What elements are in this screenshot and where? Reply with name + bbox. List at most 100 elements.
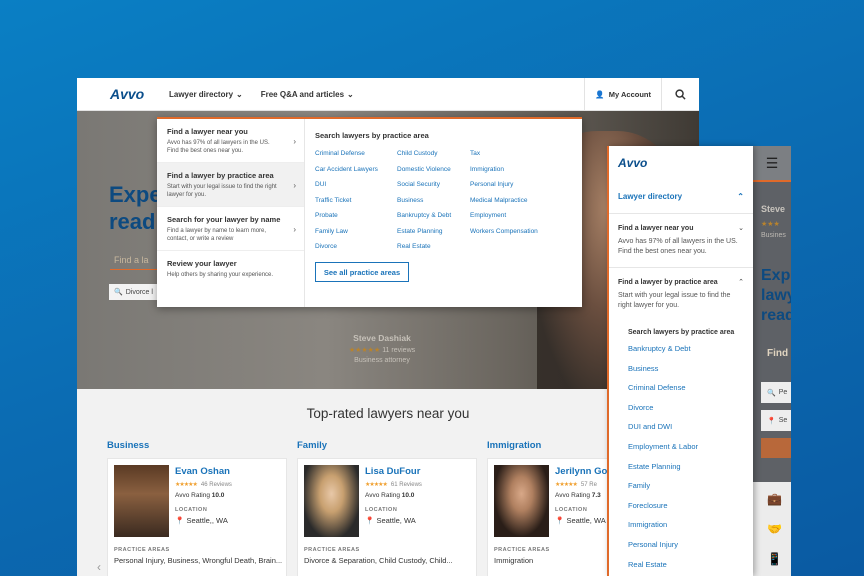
- practice-area-link[interactable]: Family Law: [315, 228, 397, 235]
- search-button[interactable]: [761, 438, 791, 458]
- rating-value: 7.3: [591, 492, 601, 499]
- practice-area-link[interactable]: Family: [628, 481, 753, 501]
- practice-area-link[interactable]: Divorce: [315, 243, 397, 250]
- name-input[interactable]: 🔍 Pe: [761, 382, 791, 403]
- practice-area-link[interactable]: Real Estate: [397, 243, 470, 250]
- menu-item-title: Search for your lawyer by name: [167, 215, 281, 224]
- menu-item-by-name[interactable]: Search for your lawyer by name Find a la…: [157, 207, 304, 251]
- rating-value: 10.0: [401, 492, 415, 499]
- mobile-headline-line: lawy: [761, 287, 791, 304]
- find-label: Find: [767, 348, 789, 359]
- practice-areas-value: Personal Injury, Business, Wrongful Deat…: [114, 556, 283, 565]
- lawyer-card[interactable]: Lisa DuFour ★★★★★ 61 Reviews Avvo Rating …: [297, 458, 477, 576]
- practice-area-link[interactable]: Divorce: [628, 403, 753, 423]
- practice-area-link[interactable]: Workers Compensation: [470, 228, 560, 235]
- see-all-practice-areas-button[interactable]: See all practice areas: [315, 262, 409, 282]
- practice-area-link[interactable]: Bankruptcy & Debt: [397, 212, 470, 219]
- practice-area-link[interactable]: DUI: [315, 181, 397, 188]
- practice-area-link[interactable]: Immigration: [628, 520, 753, 540]
- menu-item-practice-area[interactable]: Find a lawyer by practice area Start wit…: [157, 163, 304, 207]
- category-title[interactable]: Family: [297, 440, 482, 451]
- lawyer-photo: [304, 465, 359, 537]
- practice-area-link[interactable]: Traffic Ticket: [315, 197, 397, 204]
- menu-item-desc: Find a lawyer by name to learn more, con…: [167, 228, 267, 242]
- location: 📍 Seattle,, WA: [175, 516, 228, 525]
- practice-area-link[interactable]: Employment & Labor: [628, 442, 753, 462]
- practice-area-link[interactable]: Criminal Defense: [315, 150, 397, 157]
- lawyer-directory-menu[interactable]: Lawyer directory ⌄: [169, 90, 243, 99]
- lawyer-name[interactable]: Jerilynn Gor: [555, 466, 611, 477]
- mobile-background-page: ☰ Steve ★★★ Busines Expe lawy read Find 🔍P…: [753, 146, 791, 576]
- practice-area-link[interactable]: Personal Injury: [628, 540, 753, 560]
- lawyer-name[interactable]: Lisa DuFour: [365, 466, 420, 477]
- practice-area-link[interactable]: Social Security: [397, 181, 470, 188]
- my-account-button[interactable]: 👤 My Account: [584, 78, 661, 110]
- practice-area-link[interactable]: Employment: [470, 212, 560, 219]
- review-count: 46 Reviews: [200, 482, 232, 488]
- practice-area-heading: Search lawyers by practice area: [315, 131, 429, 140]
- menu-item-title: Find a lawyer near you: [167, 127, 248, 136]
- practice-area-column-2: Child Custody Domestic Violence Social Sec…: [397, 150, 470, 250]
- practice-area-link[interactable]: Foreclosure: [628, 501, 753, 521]
- chevron-left-icon[interactable]: ‹: [97, 560, 101, 574]
- avvo-logo[interactable]: Avvo: [609, 146, 753, 180]
- lawyer-directory-toggle[interactable]: Lawyer directory ⌃: [609, 180, 753, 214]
- practice-area-link[interactable]: Tax: [470, 150, 560, 157]
- practice-area-link[interactable]: Immigration: [470, 166, 560, 173]
- practice-area-link[interactable]: Personal Injury: [470, 181, 560, 188]
- search-icon: 🔍: [767, 389, 776, 397]
- find-lawyer-input[interactable]: Find a la: [114, 255, 149, 265]
- location: 📍 Seattle, WA: [555, 516, 606, 525]
- lawyer-column-family: Family Lisa DuFour ★★★★★ 61 Reviews Avvo …: [297, 440, 482, 576]
- location-input[interactable]: 📍 Se: [761, 410, 791, 431]
- input-underline: [110, 269, 160, 270]
- practice-area-input[interactable]: 🔍 Divorce l: [109, 284, 157, 300]
- practice-area-link[interactable]: Car Accident Lawyers: [315, 166, 397, 173]
- practice-area-column-3: Tax Immigration Personal Injury Medical Mal…: [470, 150, 560, 250]
- free-qa-menu[interactable]: Free Q&A and articles ⌄: [261, 90, 354, 99]
- phone-icon[interactable]: 📱: [767, 552, 782, 566]
- handshake-icon[interactable]: 🤝: [767, 522, 782, 536]
- pin-icon: 📍: [175, 516, 185, 525]
- star-rating-icon: ★★★★★ 57 Re: [555, 482, 597, 488]
- lawyer-name[interactable]: Evan Oshan: [175, 466, 230, 477]
- practice-area-link[interactable]: Estate Planning: [397, 228, 470, 235]
- category-title[interactable]: Business: [107, 440, 292, 451]
- rating-value: 10.0: [211, 492, 225, 499]
- mobile-headline: Expe lawy read: [761, 266, 791, 326]
- briefcase-icon[interactable]: 💼: [767, 492, 782, 506]
- practice-area-link[interactable]: Business: [397, 197, 470, 204]
- chevron-down-icon: ⌄: [738, 225, 744, 232]
- practice-area-link[interactable]: Criminal Defense: [628, 383, 753, 403]
- location: 📍 Seattle, WA: [365, 516, 416, 525]
- featured-lawyer: Steve Dashiak ★★★★★ 11 reviews Business …: [347, 333, 417, 364]
- chevron-right-icon: ›: [293, 181, 296, 190]
- rating-label: Avvo Rating: [555, 492, 590, 499]
- featured-name: Steve: [761, 204, 786, 214]
- mobile-headline-line: read: [761, 307, 791, 324]
- menu-item-desc: Start with your legal issue to find the …: [167, 184, 277, 198]
- practice-area-link[interactable]: Bankruptcy & Debt: [628, 344, 753, 364]
- practice-area-link[interactable]: Child Custody: [397, 150, 470, 157]
- practice-area-link[interactable]: Medical Malpractice: [470, 197, 560, 204]
- practice-area-link[interactable]: Domestic Violence: [397, 166, 470, 173]
- menu-item-review[interactable]: Review your lawyer Help others by sharin…: [157, 251, 304, 295]
- hero-headline-line1: Expe: [109, 182, 162, 207]
- practice-area-section[interactable]: Find a lawyer by practice area ⌃ Start wi…: [609, 268, 753, 321]
- lawyer-card[interactable]: Evan Oshan ★★★★★ 46 Reviews Avvo Rating 1…: [107, 458, 287, 576]
- menu-item-near-you[interactable]: Find a lawyer near you Avvo has 97% of a…: [157, 119, 304, 163]
- practice-area-link[interactable]: Estate Planning: [628, 462, 753, 482]
- near-you-section[interactable]: Find a lawyer near you ⌄ Avvo has 97% of …: [609, 214, 753, 268]
- hero-headline: Expe read: [109, 181, 162, 235]
- practice-area-link[interactable]: DUI and DWI: [628, 422, 753, 442]
- avvo-logo[interactable]: Avvo: [110, 86, 165, 102]
- practice-area-link[interactable]: Real Estate: [628, 560, 753, 576]
- mobile-lower-section: 💼 🤝 📱: [753, 482, 791, 576]
- search-icon: 🔍: [114, 289, 123, 296]
- search-button[interactable]: [661, 78, 699, 110]
- practice-area-link[interactable]: Probate: [315, 212, 397, 219]
- location-value: Seattle, WA: [566, 516, 606, 525]
- practice-area-link[interactable]: Business: [628, 364, 753, 384]
- hamburger-menu-icon[interactable]: ☰: [753, 146, 791, 180]
- star-rating-icon: ★★★★★ 46 Reviews: [175, 482, 232, 488]
